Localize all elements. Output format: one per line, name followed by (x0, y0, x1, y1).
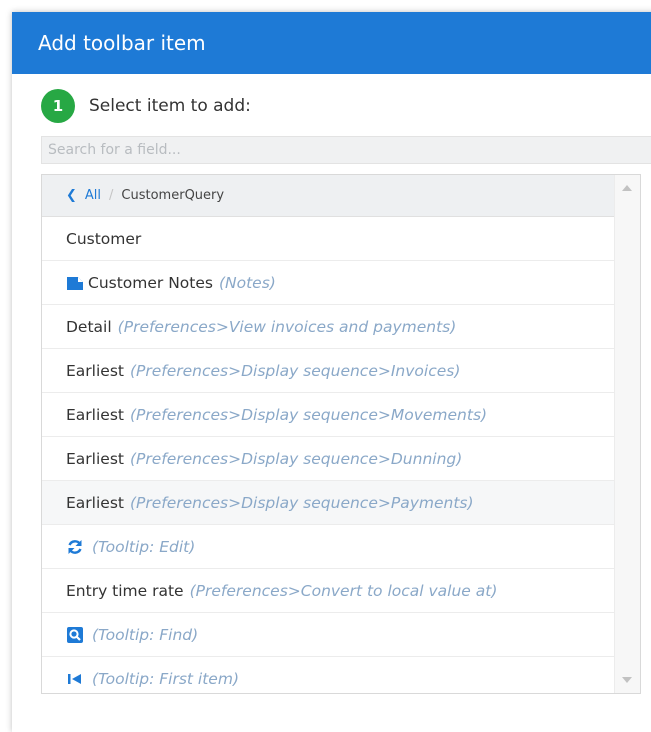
list-item-detail[interactable]: Detail (Preferences>View invoices and pa… (42, 305, 614, 349)
item-label: Earliest (66, 361, 124, 380)
breadcrumb-all-link[interactable]: All (85, 188, 101, 203)
item-hint: (Preferences>View invoices and payments) (117, 317, 457, 336)
item-hint: (Notes) (218, 273, 276, 292)
item-hint: (Preferences>Convert to local value at) (189, 581, 498, 600)
scroll-down-icon[interactable] (622, 677, 632, 683)
item-hint: (Tooltip: First item) (92, 669, 239, 688)
list-item-earliest-movements[interactable]: Earliest (Preferences>Display sequence>M… (42, 393, 614, 437)
refresh-icon (66, 538, 84, 556)
back-chevron-icon[interactable]: ❮ (66, 188, 77, 203)
item-hint: (Tooltip: Edit) (92, 537, 196, 556)
list-item-earliest-dunning[interactable]: Earliest (Preferences>Display sequence>D… (42, 437, 614, 481)
list-item-customer[interactable]: Customer (42, 217, 614, 261)
dialog-title: Add toolbar item (38, 31, 206, 55)
list-item-tooltip-find[interactable]: (Tooltip: Find) (42, 613, 614, 657)
list-item-tooltip-edit[interactable]: (Tooltip: Edit) (42, 525, 614, 569)
item-hint: (Preferences>Display sequence>Dunning) (129, 449, 463, 468)
field-list: ❮ All / CustomerQuery Customer Customer … (41, 174, 641, 694)
notes-icon (66, 274, 84, 292)
step-label: Select item to add: (89, 96, 251, 116)
dialog-header: Add toolbar item (12, 12, 651, 74)
item-label: Detail (66, 317, 112, 336)
item-hint: (Preferences>Display sequence>Movements) (129, 405, 488, 424)
list-item-customer-notes[interactable]: Customer Notes (Notes) (42, 261, 614, 305)
breadcrumb: ❮ All / CustomerQuery (42, 175, 614, 217)
field-list-content: ❮ All / CustomerQuery Customer Customer … (42, 175, 614, 693)
list-item-entry-time-rate[interactable]: Entry time rate (Preferences>Convert to … (42, 569, 614, 613)
search-input[interactable] (41, 136, 651, 164)
breadcrumb-current: CustomerQuery (121, 188, 225, 203)
item-label: Earliest (66, 405, 124, 424)
step-number-badge: 1 (41, 89, 75, 123)
item-label: Customer Notes (88, 273, 213, 292)
item-label: Entry time rate (66, 581, 184, 600)
item-label: Customer (66, 229, 142, 248)
list-item-earliest-payments[interactable]: Earliest (Preferences>Display sequence>P… (42, 481, 614, 525)
item-hint: (Tooltip: Find) (92, 625, 199, 644)
item-label: Earliest (66, 449, 124, 468)
item-hint: (Preferences>Display sequence>Invoices) (129, 361, 461, 380)
breadcrumb-separator: / (109, 188, 114, 203)
find-icon (66, 626, 84, 644)
scroll-up-icon[interactable] (622, 185, 632, 191)
item-label: Earliest (66, 493, 124, 512)
list-item-tooltip-first-item[interactable]: (Tooltip: First item) (42, 657, 614, 693)
step-row: 1 Select item to add: (41, 89, 251, 123)
first-item-icon (66, 670, 84, 688)
list-scrollbar[interactable] (614, 175, 640, 693)
item-hint: (Preferences>Display sequence>Payments) (129, 493, 474, 512)
list-item-earliest-invoices[interactable]: Earliest (Preferences>Display sequence>I… (42, 349, 614, 393)
